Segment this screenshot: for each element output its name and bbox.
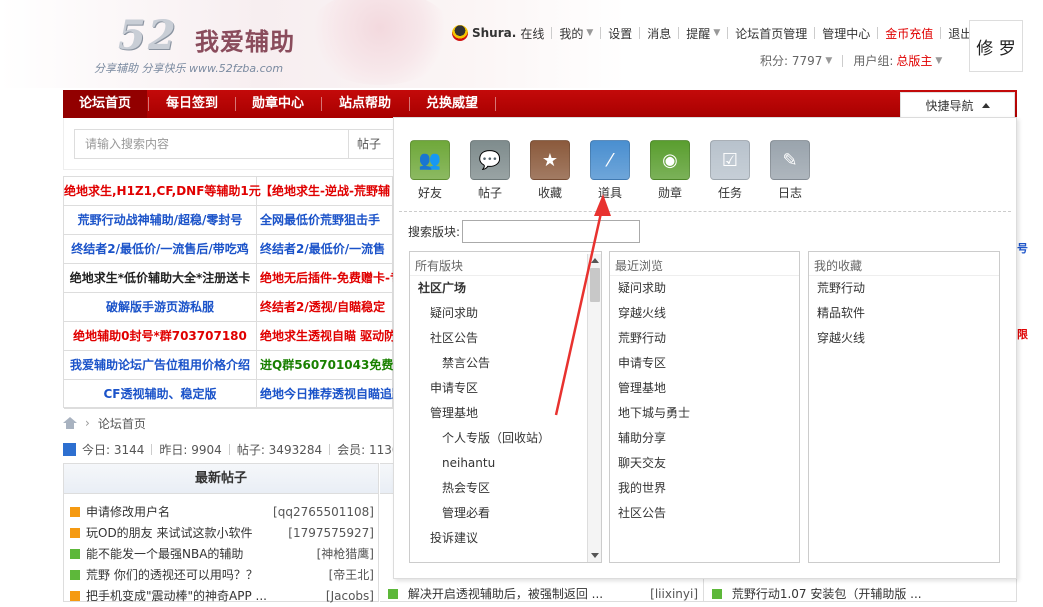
annotation-arrow [554,194,611,416]
